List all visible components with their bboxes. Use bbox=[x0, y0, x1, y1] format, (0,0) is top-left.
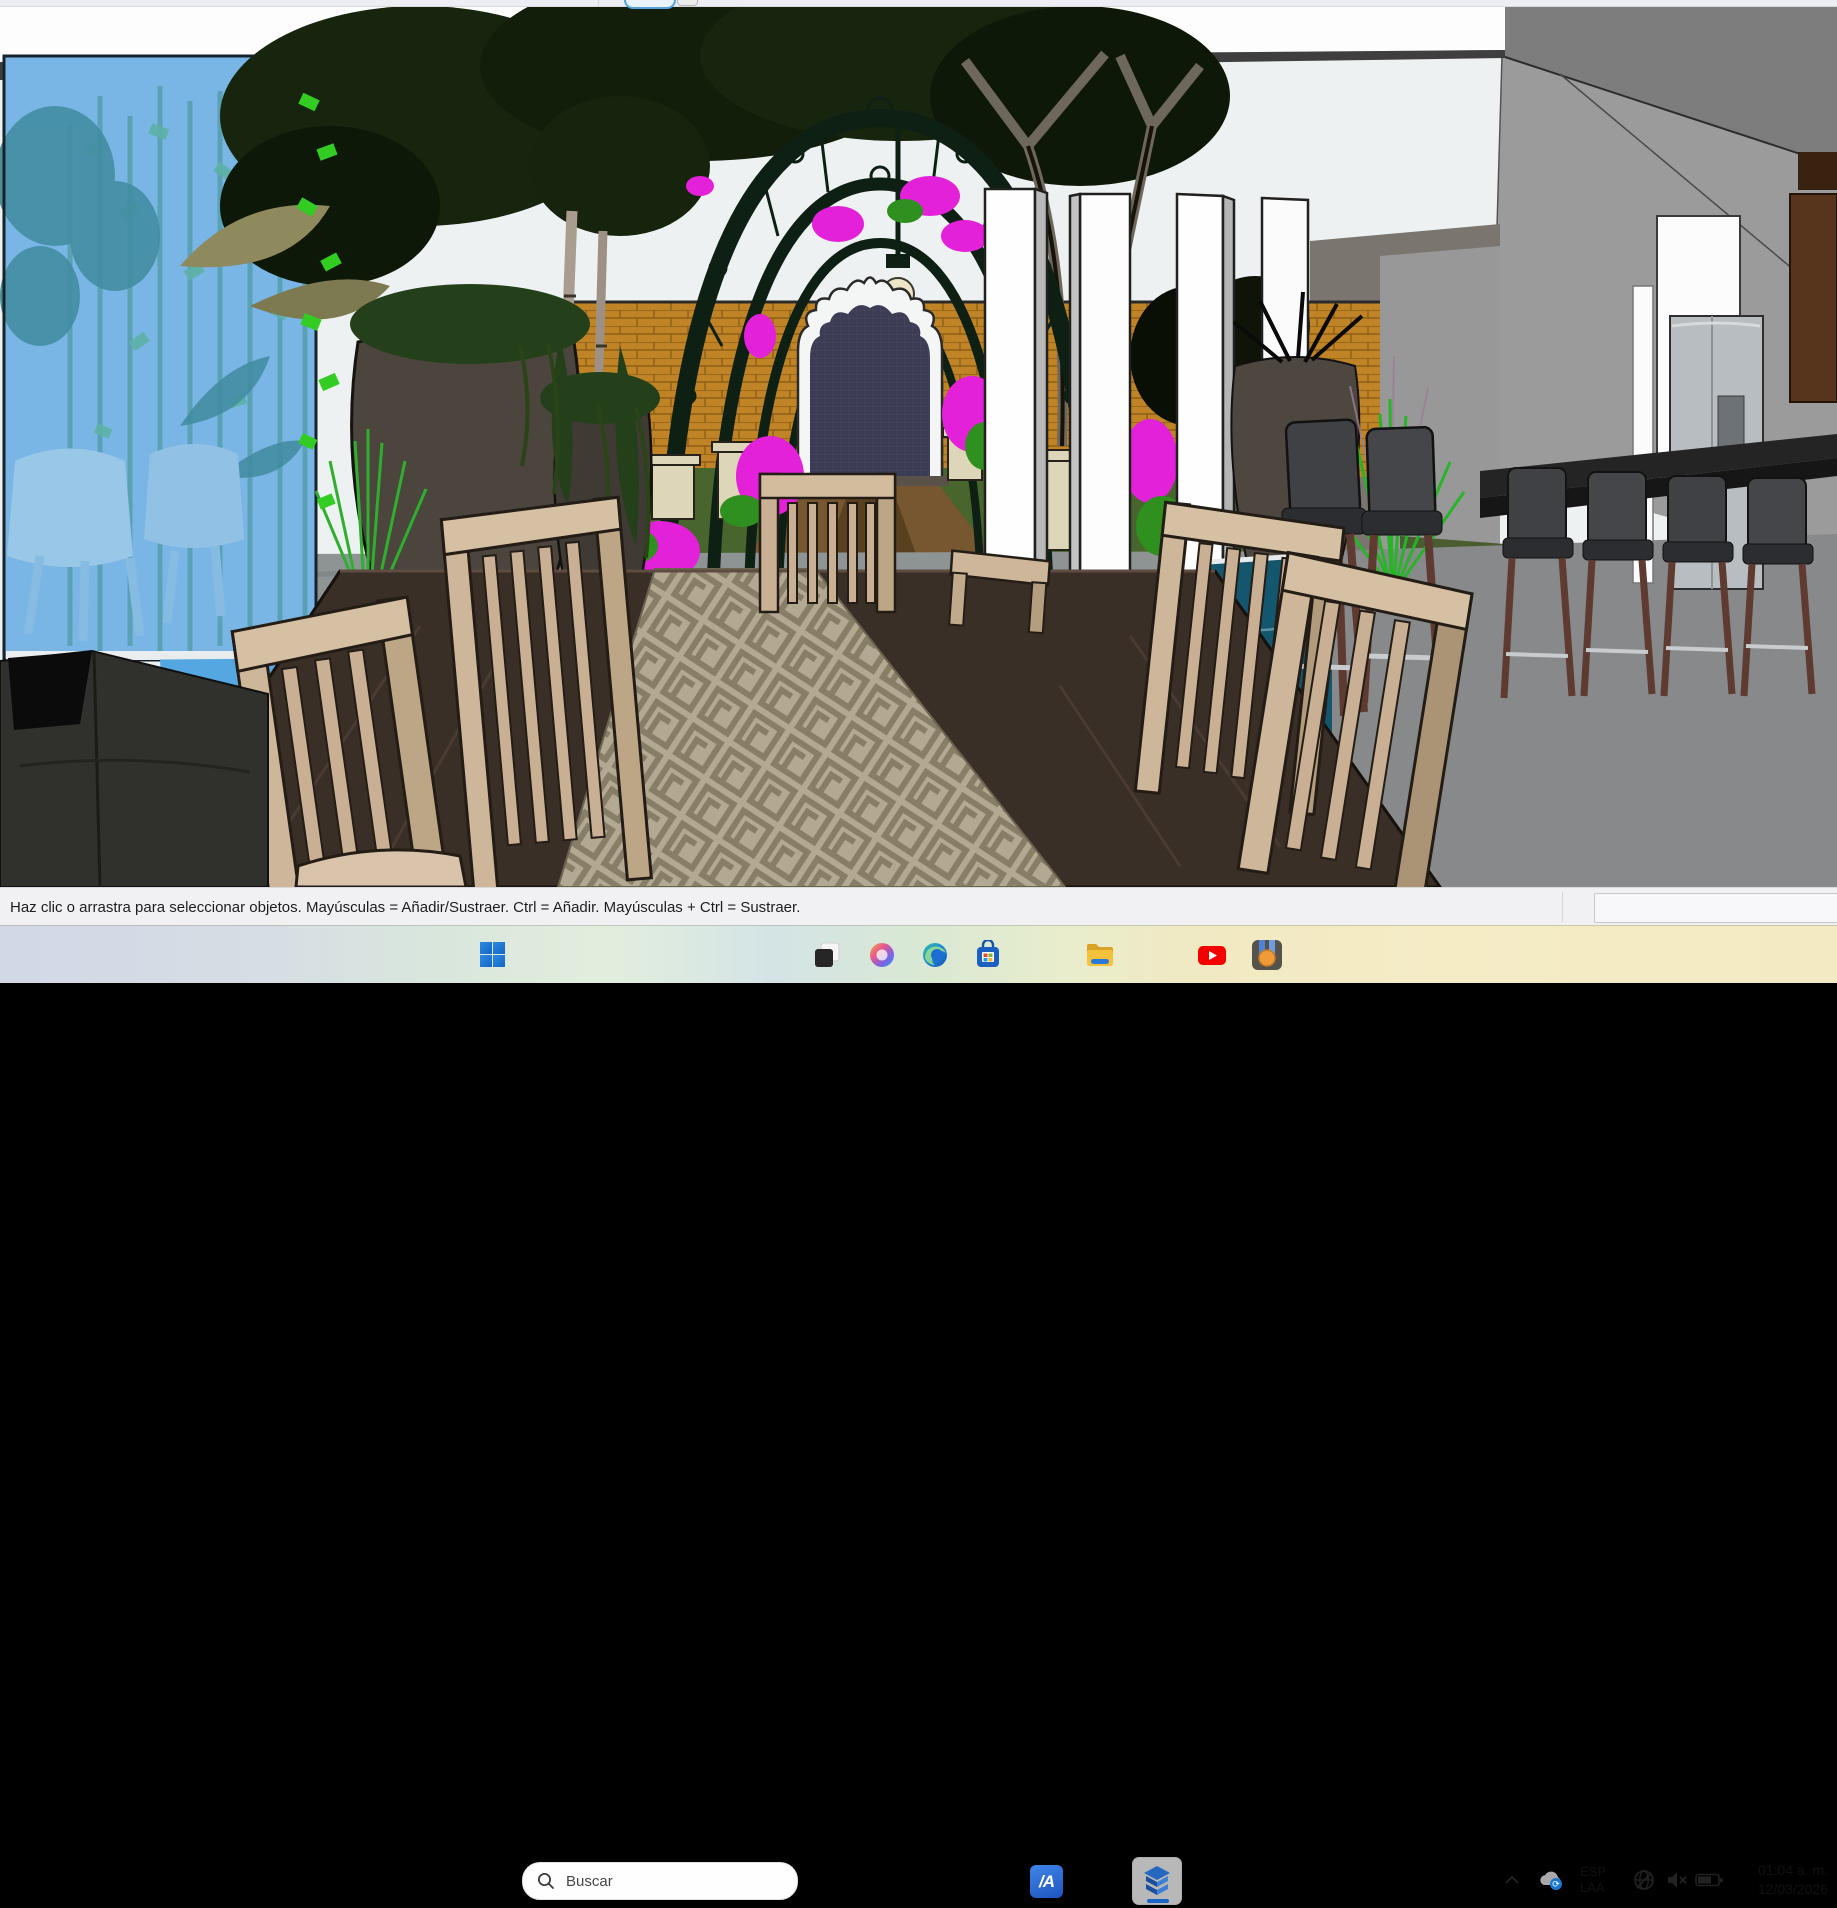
edge-icon bbox=[920, 940, 950, 970]
active-app-indicator bbox=[1147, 1899, 1169, 1903]
tray-time: 01:04 a. m. bbox=[1758, 1861, 1828, 1879]
dialog-secondary-button-edge[interactable] bbox=[677, 0, 698, 6]
windows-logo-icon bbox=[480, 942, 505, 967]
globe-no-internet-icon bbox=[1632, 1868, 1656, 1892]
modeling-viewport[interactable] bbox=[0, 6, 1837, 887]
keyboard-layout: LAA bbox=[1580, 1880, 1606, 1895]
language-indicator[interactable]: ESP LAA bbox=[1580, 1851, 1620, 1908]
store-button[interactable] bbox=[971, 926, 1005, 983]
medal-icon bbox=[1250, 938, 1284, 972]
svg-text:⟳: ⟳ bbox=[1552, 1879, 1560, 1889]
volume-tray-button[interactable] bbox=[1662, 1851, 1692, 1908]
taskbar: Buscar bbox=[0, 925, 1837, 983]
tray-date: 12/03/2026 bbox=[1758, 1880, 1828, 1898]
file-explorer-icon bbox=[1084, 939, 1116, 971]
search-icon bbox=[537, 1872, 555, 1890]
medal-app-button[interactable] bbox=[1248, 926, 1286, 983]
sketchup-active-app[interactable] bbox=[1132, 1857, 1182, 1905]
sketchup-icon bbox=[1140, 1863, 1174, 1897]
edge-button[interactable] bbox=[918, 926, 952, 983]
file-explorer-button[interactable] bbox=[1082, 926, 1118, 983]
language-code: ESP bbox=[1580, 1864, 1606, 1879]
onedrive-tray-button[interactable]: ⟳ bbox=[1534, 1851, 1568, 1908]
copilot-icon bbox=[867, 940, 897, 970]
microsoft-store-icon bbox=[973, 940, 1003, 970]
battery-icon bbox=[1695, 1872, 1723, 1888]
start-button[interactable] bbox=[479, 926, 505, 983]
battery-tray-button[interactable] bbox=[1692, 1851, 1726, 1908]
clock-tray-button[interactable]: 01:04 a. m. 12/03/2026 bbox=[1732, 1851, 1828, 1908]
search-input[interactable]: Buscar bbox=[522, 1862, 798, 1900]
archicad-glyph: /A bbox=[1039, 1872, 1054, 1892]
measurements-box[interactable] bbox=[1594, 893, 1837, 923]
archicad-button[interactable]: /A bbox=[1030, 1865, 1063, 1898]
status-message: Haz clic o arrastra para seleccionar obj… bbox=[10, 899, 800, 916]
task-view-button[interactable] bbox=[810, 926, 844, 983]
copilot-button[interactable] bbox=[865, 926, 899, 983]
dialog-divider bbox=[598, 0, 599, 6]
volume-muted-icon bbox=[1665, 1869, 1689, 1891]
youtube-button[interactable] bbox=[1194, 926, 1230, 983]
cutoff-dialog-edge bbox=[0, 0, 1837, 7]
youtube-icon bbox=[1196, 939, 1228, 971]
chevron-up-icon bbox=[1504, 1875, 1520, 1885]
task-view-icon bbox=[812, 940, 842, 970]
onedrive-sync-icon: ⟳ bbox=[1537, 1869, 1565, 1891]
sofa bbox=[0, 651, 268, 887]
dialog-primary-button-edge[interactable] bbox=[624, 0, 676, 9]
scene-3d-render bbox=[0, 6, 1837, 887]
statusbar-divider bbox=[1562, 892, 1563, 922]
statusbar: Haz clic o arrastra para seleccionar obj… bbox=[0, 887, 1837, 926]
search-placeholder: Buscar bbox=[566, 1873, 613, 1890]
tray-expand-button[interactable] bbox=[1500, 1851, 1524, 1908]
network-tray-button[interactable] bbox=[1628, 1851, 1660, 1908]
